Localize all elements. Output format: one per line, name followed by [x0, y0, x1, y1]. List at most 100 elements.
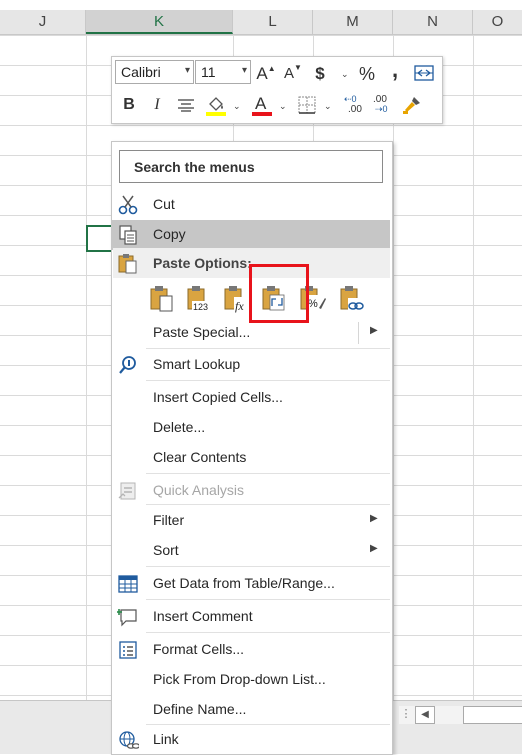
menu-item-insert-copied-cells[interactable]: Insert Copied Cells...: [112, 383, 390, 413]
menu-separator: [146, 566, 390, 567]
menu-item-pick-from-list[interactable]: Pick From Drop-down List...: [112, 665, 390, 695]
merge-center-button[interactable]: [414, 65, 434, 81]
menu-item-delete[interactable]: Delete...: [112, 413, 390, 443]
column-header-n[interactable]: N: [393, 10, 473, 34]
menu-item-label: Smart Lookup: [153, 356, 241, 372]
bold-button[interactable]: B: [120, 93, 138, 117]
gridline: [473, 35, 474, 700]
chevron-down-icon[interactable]: ⌄: [279, 101, 287, 112]
paste-values-tag: 123: [193, 302, 208, 312]
menu-item-label: Quick Analysis: [153, 482, 245, 498]
menu-item-label: Insert Copied Cells...: [153, 389, 283, 405]
menu-item-format-cells[interactable]: Format Cells...: [112, 635, 390, 665]
chevron-down-icon[interactable]: ⌄: [324, 101, 332, 112]
scrollbar-split-handle[interactable]: ⋮: [399, 706, 413, 724]
menu-separator: [146, 599, 390, 600]
menu-item-quick-analysis[interactable]: Quick Analysis: [112, 476, 390, 506]
borders-button[interactable]: [298, 96, 316, 114]
menu-item-label: Link: [153, 731, 179, 747]
gridline: [393, 35, 394, 700]
comma-icon: ,: [391, 57, 399, 82]
link-icon: [119, 731, 139, 749]
gridline: [86, 35, 87, 700]
increase-font-icon: A: [256, 64, 268, 83]
font-color-button[interactable]: A: [252, 93, 272, 117]
menu-item-label: Delete...: [153, 419, 206, 435]
column-header-l[interactable]: L: [233, 10, 313, 34]
paste-formulas-tag: fx: [235, 299, 244, 313]
increase-font-size-button[interactable]: A▲: [255, 62, 277, 86]
decimal-icon: .00: [348, 104, 362, 115]
borders-icon: [298, 96, 316, 114]
right-arrow-icon: ⇢0: [375, 104, 388, 114]
font-size-combo[interactable]: 11 ▾: [195, 60, 251, 84]
fill-color-button[interactable]: [205, 94, 227, 116]
menu-item-label: Get Data from Table/Range...: [153, 575, 335, 591]
increase-decimal-button[interactable]: ⇠0 .00: [344, 94, 366, 116]
percent-icon: %: [358, 64, 375, 84]
font-name-combo[interactable]: Calibri ▾: [115, 60, 194, 84]
comma-style-button[interactable]: ,: [387, 58, 403, 82]
center-align-icon: [178, 99, 194, 112]
paste-option-paste[interactable]: [149, 284, 177, 314]
decrease-font-size-button[interactable]: A▼: [282, 62, 304, 86]
comment-icon: [117, 609, 137, 627]
menu-item-define-name[interactable]: Define Name...: [112, 695, 390, 725]
menu-item-get-data[interactable]: Get Data from Table/Range...: [112, 569, 390, 599]
font-color-swatch: [252, 112, 272, 116]
chevron-down-icon: ▾: [241, 65, 247, 76]
submenu-arrow-icon: ▶: [370, 325, 378, 336]
split-divider: [358, 322, 359, 344]
menu-item-smart-lookup[interactable]: Smart Lookup: [112, 350, 390, 380]
menu-separator: [146, 473, 390, 474]
mini-toolbar: Calibri ▾ 11 ▾ A▲ A▼ $ ⌄ % , B I ⌄ A ⌄ ⌄…: [111, 56, 443, 124]
scroll-left-button[interactable]: ◀: [415, 706, 435, 724]
format-painter-button[interactable]: [402, 95, 422, 115]
menu-item-sort[interactable]: Sort ▶: [112, 536, 390, 566]
scrollbar-thumb[interactable]: [463, 706, 522, 724]
smart-lookup-icon: [119, 356, 136, 374]
paste-formatting-tag: %: [308, 298, 318, 310]
percent-style-button[interactable]: %: [356, 62, 378, 86]
center-align-button[interactable]: [177, 98, 195, 112]
format-painter-icon: [403, 97, 420, 114]
menu-item-label: Filter: [153, 512, 185, 528]
horizontal-scrollbar[interactable]: ⋮ ◀: [399, 706, 522, 724]
paste-option-values[interactable]: 123: [186, 284, 214, 314]
italic-button[interactable]: I: [148, 93, 166, 117]
menu-item-copy[interactable]: Copy: [112, 220, 390, 250]
paste-link-icon: [340, 286, 364, 311]
font-size-value: 11: [201, 64, 216, 80]
menu-item-filter[interactable]: Filter ▶: [112, 506, 390, 536]
menu-item-label: Define Name...: [153, 701, 247, 717]
menu-separator: [146, 632, 390, 633]
chevron-down-icon[interactable]: ⌄: [233, 101, 241, 112]
column-header-o[interactable]: O: [473, 10, 522, 34]
decrease-decimal-button[interactable]: .00 ⇢0: [373, 94, 395, 116]
highlight-box: [249, 264, 309, 323]
font-color-icon: A: [255, 94, 267, 113]
menu-search-input[interactable]: [120, 151, 382, 182]
paste-options-label: Paste Options:: [153, 255, 252, 271]
decrease-font-icon: A: [284, 65, 295, 82]
menu-item-insert-comment[interactable]: Insert Comment: [112, 602, 390, 632]
clipboard-icon: [118, 254, 137, 274]
menu-item-link[interactable]: Link: [112, 725, 390, 755]
menu-search-box[interactable]: [119, 150, 383, 183]
context-menu: Cut Copy Paste Options:: [111, 141, 393, 755]
submenu-arrow-icon: ▶: [370, 543, 378, 554]
paste-option-link[interactable]: [339, 284, 367, 314]
paste-values-icon: 123: [187, 286, 212, 312]
menu-item-label: Pick From Drop-down List...: [153, 671, 326, 687]
chevron-down-icon[interactable]: ⌄: [341, 69, 349, 80]
paste-option-formulas[interactable]: fx: [223, 284, 251, 314]
paste-icon: [150, 286, 173, 312]
column-header-j[interactable]: J: [0, 10, 86, 34]
column-header-m[interactable]: M: [313, 10, 393, 34]
accounting-format-button[interactable]: $: [310, 62, 330, 86]
dollar-icon: $: [315, 64, 325, 83]
menu-item-clear-contents[interactable]: Clear Contents: [112, 443, 390, 473]
menu-item-cut[interactable]: Cut: [112, 190, 390, 220]
table-icon: [118, 575, 138, 593]
column-header-k[interactable]: K: [86, 10, 233, 34]
